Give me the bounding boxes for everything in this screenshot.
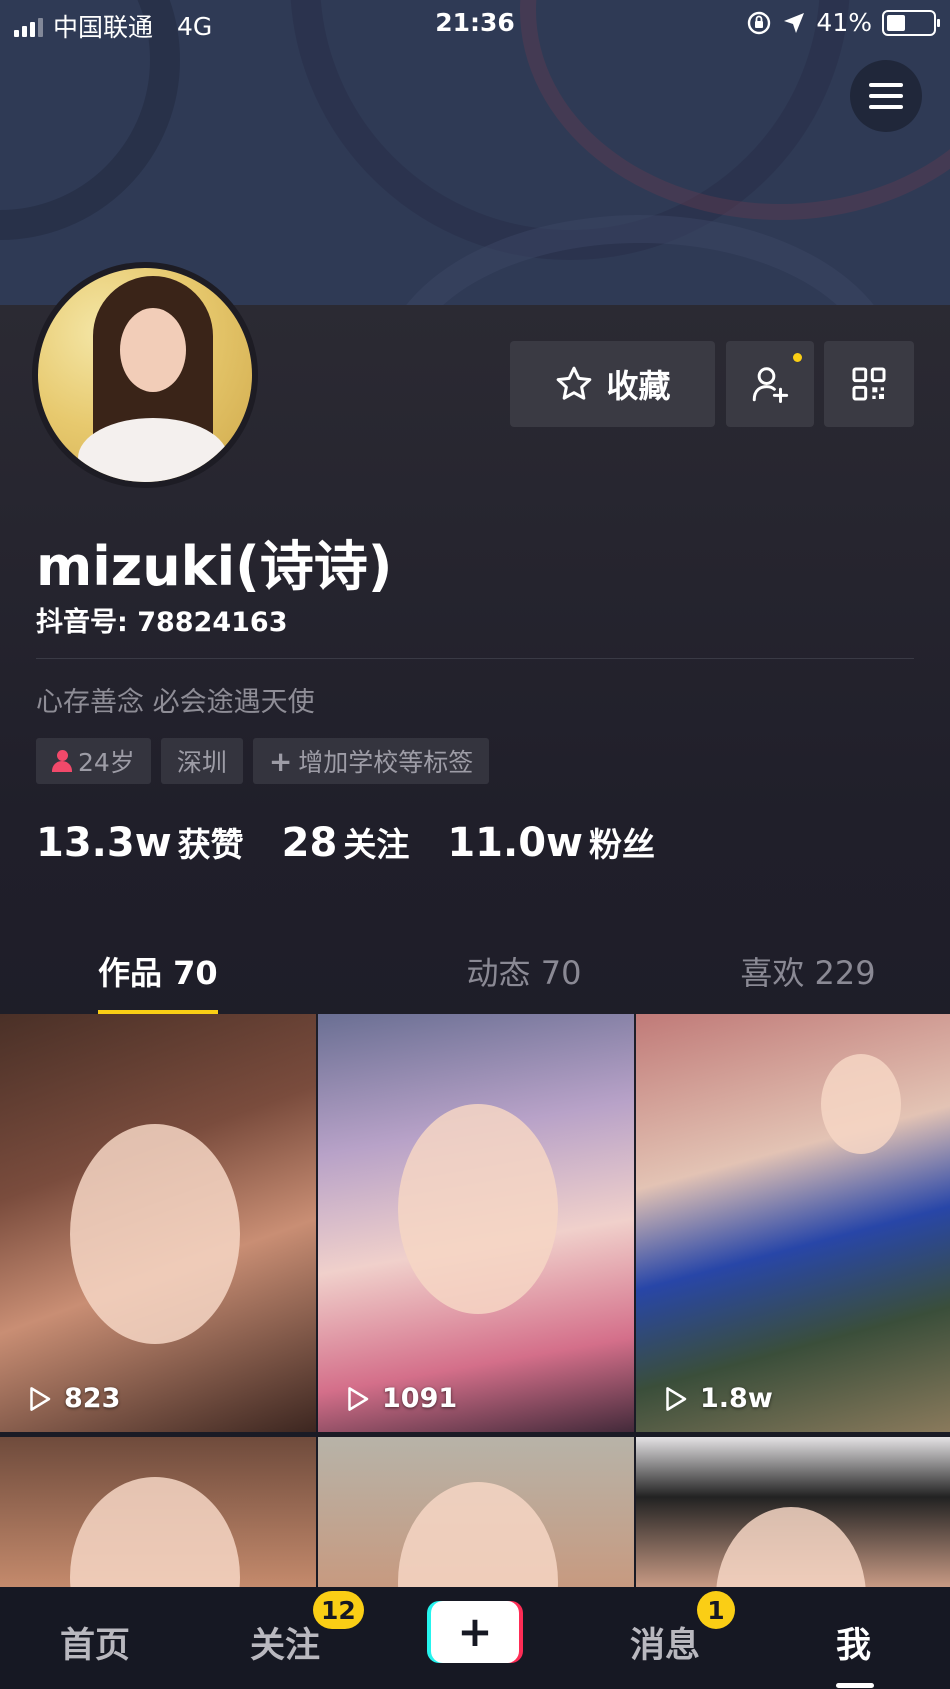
- orientation-lock-icon: [748, 11, 771, 34]
- add-tag-label: 增加学校等标签: [298, 748, 474, 777]
- avatar-image: [38, 268, 252, 482]
- followers-count: 11.0w: [447, 820, 583, 866]
- tab-moments[interactable]: 动态 70: [382, 928, 666, 1014]
- plus-icon: +: [431, 1601, 519, 1663]
- likes-count: 13.3w: [36, 820, 172, 866]
- video-thumbnail[interactable]: [318, 1436, 634, 1587]
- thumbnail-subject: [398, 1481, 558, 1587]
- qr-code-button[interactable]: [824, 341, 914, 427]
- qr-code-icon: [852, 367, 886, 401]
- notification-dot: [793, 353, 802, 362]
- tab-likes[interactable]: 喜欢 229: [666, 928, 950, 1014]
- collect-label: 收藏: [606, 367, 671, 405]
- nav-home[interactable]: 首页: [60, 1617, 130, 1668]
- following-count: 28: [281, 820, 338, 866]
- hamburger-menu-line: [869, 105, 903, 109]
- douyin-id: 抖音号: 78824163: [36, 607, 288, 638]
- add-tag-button[interactable]: + 增加学校等标签: [252, 738, 490, 784]
- play-count-value: 1.8w: [700, 1383, 773, 1414]
- video-grid: 823 1091 1.8w: [0, 1014, 950, 1589]
- video-thumbnail[interactable]: [0, 1436, 316, 1587]
- video-thumbnail[interactable]: 1.8w: [636, 1014, 950, 1432]
- age-tag[interactable]: 24岁: [36, 738, 151, 784]
- female-icon: [52, 750, 72, 772]
- nav-me[interactable]: 我: [836, 1617, 871, 1668]
- play-count: 1.8w: [660, 1383, 773, 1414]
- network-type: 4G: [177, 11, 213, 41]
- thumbnail-subject: [70, 1124, 240, 1344]
- collect-button[interactable]: 收藏: [510, 341, 715, 427]
- status-bar: 中国联通 4G 21:36 41%: [0, 0, 950, 48]
- status-right: 41%: [746, 8, 940, 37]
- play-count-value: 823: [64, 1383, 121, 1414]
- hamburger-menu-line: [869, 94, 903, 98]
- play-icon: [348, 1386, 369, 1411]
- battery-percent: 41%: [816, 8, 872, 37]
- play-count: 1091: [342, 1383, 457, 1414]
- create-video-button[interactable]: +: [427, 1601, 523, 1663]
- star-icon: [557, 366, 592, 400]
- video-thumbnail[interactable]: [636, 1436, 950, 1587]
- status-left: 中国联通 4G: [14, 8, 212, 44]
- signal-icon: [14, 15, 43, 37]
- likes-stat[interactable]: 13.3w 获赞: [36, 818, 244, 866]
- play-count: 823: [24, 1383, 120, 1414]
- battery-icon: [882, 9, 940, 36]
- nav-messages[interactable]: 消息: [630, 1617, 700, 1668]
- messages-badge: 1: [697, 1591, 735, 1629]
- thumbnail-subject: [398, 1104, 558, 1314]
- active-tab-indicator: [836, 1683, 874, 1688]
- add-friend-button[interactable]: [726, 341, 814, 427]
- tab-works[interactable]: 作品 70: [0, 928, 382, 1014]
- following-stat[interactable]: 28 关注: [282, 818, 410, 866]
- location-arrow-icon: [784, 12, 805, 33]
- play-icon: [30, 1386, 51, 1411]
- profile-stats: 13.3w 获赞 28 关注 11.0w 粉丝: [36, 818, 655, 866]
- followers-stat[interactable]: 11.0w 粉丝: [447, 818, 655, 866]
- play-icon: [666, 1386, 687, 1411]
- video-thumbnail[interactable]: 1091: [318, 1014, 634, 1432]
- thumbnail-subject: [821, 1054, 901, 1154]
- likes-label: 获赞: [177, 825, 244, 864]
- divider: [36, 658, 914, 659]
- plus-icon: +: [268, 744, 293, 778]
- play-count-value: 1091: [382, 1383, 458, 1414]
- thumbnail-subject: [716, 1506, 866, 1587]
- following-label: 关注: [343, 825, 410, 864]
- battery-level: [887, 14, 906, 31]
- city-label: 深圳: [176, 748, 227, 777]
- carrier-name: 中国联通: [53, 13, 154, 42]
- avatar[interactable]: [32, 262, 258, 488]
- profile-nickname: mizuki(诗诗): [36, 535, 393, 598]
- followers-label: 粉丝: [588, 825, 655, 864]
- age-label: 24岁: [78, 748, 135, 777]
- following-badge: 12: [313, 1591, 364, 1629]
- profile-bio[interactable]: 心存善念 必会途遇天使: [36, 680, 315, 719]
- nav-following[interactable]: 关注: [250, 1617, 320, 1668]
- add-user-icon: [752, 367, 789, 403]
- profile-tags: 24岁 深圳 + 增加学校等标签: [36, 738, 490, 784]
- menu-button[interactable]: [850, 60, 922, 132]
- hamburger-menu-icon: [869, 83, 903, 87]
- avatar-face: [120, 308, 186, 392]
- thumbnail-subject: [70, 1476, 240, 1587]
- video-thumbnail[interactable]: 823: [0, 1014, 316, 1432]
- city-tag[interactable]: 深圳: [160, 738, 243, 784]
- profile-tabs: 作品 70 动态 70 喜欢 229: [0, 928, 950, 1014]
